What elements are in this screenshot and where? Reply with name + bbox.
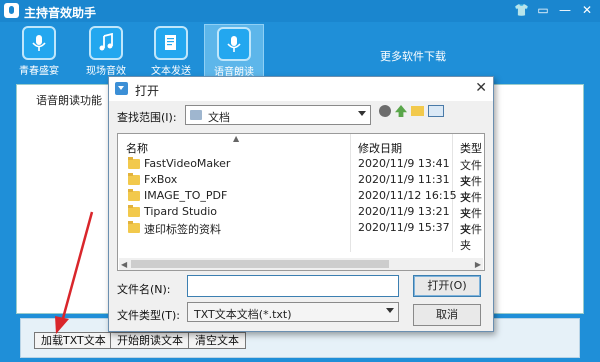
column-type[interactable]: 类型 (460, 140, 482, 156)
column-name[interactable]: 名称 (126, 140, 148, 156)
file-date: 2020/11/12 16:15 (358, 189, 457, 202)
clear-text-button[interactable]: 清空文本 (188, 332, 246, 349)
chevron-down-icon (358, 111, 366, 116)
close-icon[interactable]: ✕ (580, 3, 594, 17)
folder-icon (128, 205, 140, 217)
app-logo-icon (4, 3, 19, 18)
file-row[interactable]: 速印标签的资料 2020/11/9 15:37 文件夹 (122, 220, 482, 252)
folder-icon (128, 189, 140, 201)
folder-icon (190, 110, 202, 120)
load-txt-button[interactable]: 加载TXT文本 (34, 332, 113, 349)
filetype-label: 文件类型(T): (117, 309, 181, 322)
filename-input[interactable] (187, 275, 399, 297)
dialog-title-bar: 打开 ✕ (109, 77, 493, 101)
menu-icon[interactable]: ▭ (536, 3, 550, 17)
file-row[interactable]: IMAGE_TO_PDF 2020/11/12 16:15 文件夹 (122, 188, 482, 220)
file-name: FxBox (144, 173, 178, 186)
dialog-title: 打开 (135, 84, 160, 98)
panel-label: 语音朗读功能 (36, 94, 102, 107)
horizontal-scrollbar[interactable]: ◀ ▶ (119, 258, 483, 270)
tool-label: 青春盛宴 (19, 66, 59, 77)
file-name: IMAGE_TO_PDF (144, 189, 228, 202)
title-bar: 主持音效助手 👕 ▭ — ✕ (0, 0, 600, 22)
look-in-select[interactable]: 文档 (185, 105, 371, 125)
dialog-nav-icons (379, 105, 444, 117)
view-menu-icon[interactable] (428, 105, 444, 117)
tool-label: 现场音效 (86, 66, 126, 77)
scroll-right-icon[interactable]: ▶ (475, 260, 481, 269)
start-read-button[interactable]: 开始朗读文本 (110, 332, 190, 349)
file-name: 速印标签的资料 (144, 223, 221, 236)
sort-up-icon: ▲ (233, 134, 240, 143)
file-row[interactable]: FxBox 2020/11/9 11:31 文件夹 (122, 172, 482, 204)
file-name: Tipard Studio (144, 205, 218, 218)
file-date: 2020/11/9 13:41 (358, 157, 450, 170)
scroll-left-icon[interactable]: ◀ (121, 260, 127, 269)
column-date[interactable]: 修改日期 (358, 140, 402, 156)
file-type: 文件夹 (460, 223, 482, 252)
scrollbar-thumb[interactable] (131, 260, 389, 268)
open-dialog: 打开 ✕ 查找范围(I): 文档 名称 ▲ 修改日期 类型 FastVideoM… (108, 76, 494, 332)
dialog-close-icon[interactable]: ✕ (475, 80, 487, 96)
toolbar: 青春盛宴 现场音效 文本发送 语音朗读 更多软件下载 (0, 22, 600, 80)
folder-icon (128, 157, 140, 169)
more-software-link[interactable]: 更多软件下载 (380, 48, 446, 64)
tool-text-send[interactable]: 文本发送 (142, 24, 200, 78)
file-date: 2020/11/9 15:37 (358, 221, 450, 234)
cancel-button[interactable]: 取消 (413, 304, 481, 326)
filetype-select[interactable]: TXT文本文档(*.txt) (187, 302, 399, 322)
file-row[interactable]: Tipard Studio 2020/11/9 13:21 文件夹 (122, 204, 482, 236)
back-icon[interactable] (379, 105, 391, 117)
document-icon (154, 26, 188, 60)
tool-voice-read[interactable]: 语音朗读 (204, 24, 264, 78)
up-folder-icon[interactable] (395, 105, 407, 117)
app-title: 主持音效助手 (24, 6, 97, 20)
new-folder-icon[interactable] (411, 106, 424, 116)
look-in-value: 文档 (208, 111, 230, 124)
tool-label: 文本发送 (151, 66, 191, 77)
tool-youth-feast[interactable]: 青春盛宴 (10, 24, 68, 78)
file-date: 2020/11/9 13:21 (358, 205, 450, 218)
file-date: 2020/11/9 11:31 (358, 173, 450, 186)
filetype-value: TXT文本文档(*.txt) (194, 308, 292, 321)
music-note-icon (89, 26, 123, 60)
file-row[interactable]: FastVideoMaker 2020/11/9 13:41 文件夹 (122, 156, 482, 188)
skin-icon[interactable]: 👕 (514, 3, 529, 17)
minimize-icon[interactable]: — (558, 3, 572, 17)
dialog-app-icon (115, 82, 128, 95)
window-controls: 👕 ▭ — ✕ (514, 3, 594, 17)
microphone-icon (217, 27, 251, 61)
file-name: FastVideoMaker (144, 157, 231, 170)
open-button[interactable]: 打开(O) (413, 275, 481, 297)
tool-live-sound[interactable]: 现场音效 (77, 24, 135, 78)
look-in-label: 查找范围(I): (117, 111, 177, 124)
file-list[interactable]: 名称 ▲ 修改日期 类型 FastVideoMaker 2020/11/9 13… (117, 133, 485, 271)
microphone-icon (22, 26, 56, 60)
filename-label: 文件名(N): (117, 283, 171, 296)
folder-icon (128, 221, 140, 233)
chevron-down-icon (386, 308, 394, 313)
folder-icon (128, 173, 140, 185)
